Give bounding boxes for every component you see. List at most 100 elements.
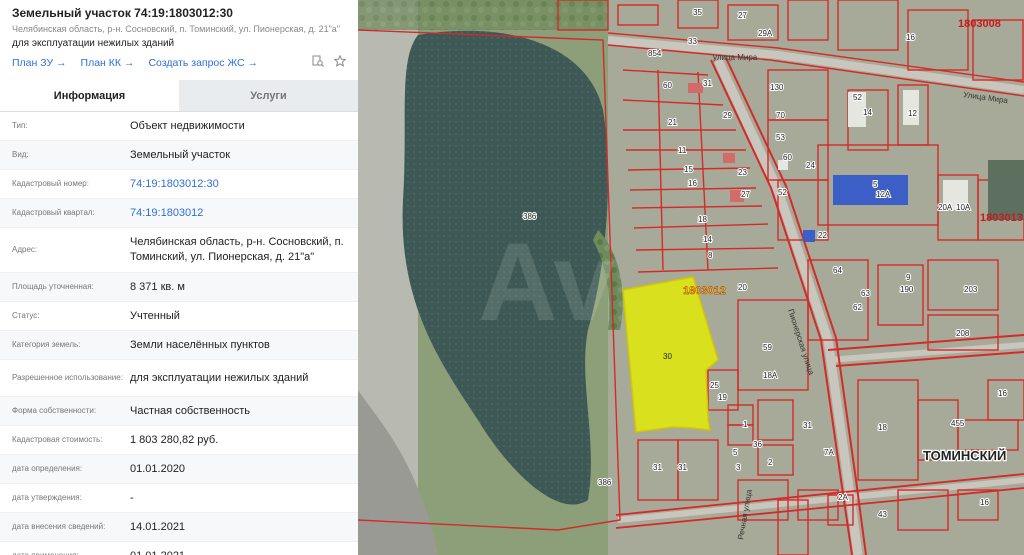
info-row-label: дата внесения сведений: — [12, 522, 106, 531]
parcel-number-label: 130 — [770, 83, 784, 92]
info-row: дата определения: 01.01.2020 — [0, 455, 358, 484]
parcel-number-label: 15 — [684, 165, 693, 174]
cadastral-map[interactable]: 30 1803012 1803008 1803013 улица Мира Ул… — [358, 0, 1024, 555]
parcel-number-label: 10А — [956, 203, 971, 212]
parcel-number-label: 203 — [964, 285, 978, 294]
tree-patch-north — [358, 0, 608, 30]
parcel-number-label: 22 — [818, 231, 827, 240]
info-row-value: Объект недвижимости — [130, 119, 245, 132]
info-row-label: Кадастровая стоимость: — [12, 435, 103, 444]
parcel-usage: для эксплуатации нежилых зданий — [12, 38, 175, 49]
info-row-value: - — [130, 491, 134, 504]
info-row-link[interactable]: 74:19:1803012 — [130, 206, 346, 221]
info-row-value: 14.01.2021 — [130, 520, 186, 533]
parcel-number-label: 21 — [668, 118, 677, 127]
info-row-label: Тип: — [12, 121, 28, 130]
info-row: Адрес: Челябинская область, р-н. Сосновск… — [0, 228, 358, 273]
info-row-value: Челябинская область, р-н. Сосновский, п.… — [130, 236, 344, 263]
info-row-label: Разрешенное использование: — [12, 373, 123, 382]
parcel-number-label: 5 — [733, 448, 738, 457]
parcel-number-label: 33 — [688, 37, 697, 46]
parcel-number-label: 70 — [776, 111, 785, 120]
parcel-number-label: 29А — [758, 29, 773, 38]
parcel-number-label: 12А — [876, 190, 891, 199]
parcel-number-label: 20А — [938, 203, 953, 212]
info-row-link[interactable]: 74:19:1803012:30 — [130, 177, 346, 192]
parcel-number-label: 25 — [710, 381, 719, 390]
watermark: Av — [478, 221, 615, 344]
parcel-number-label: 35 — [693, 8, 702, 17]
parcel-number-label: 63 — [861, 289, 870, 298]
info-row-value: Частная собственность — [130, 404, 251, 417]
tab-information[interactable]: Информация — [0, 80, 179, 111]
info-row: Вид: Земельный участок — [0, 141, 358, 170]
info-row-label: Форма собственности: — [12, 406, 97, 415]
parcel-number-label: 18 — [878, 423, 887, 432]
parcel-number-label: 23 — [738, 168, 747, 177]
parcel-number-label: 208 — [956, 329, 970, 338]
parcel-number-label: 64 — [833, 266, 842, 275]
parcel-number-label: 31 — [803, 421, 812, 430]
parcel-number-label: 19 — [718, 393, 727, 402]
info-row-label: Площадь уточненная: — [12, 282, 94, 291]
action-links: План ЗУ → План КК → Создать запрос ЖС → — [12, 54, 347, 70]
plan-zu-link[interactable]: План ЗУ → — [12, 57, 67, 69]
parcel-number-label: 29 — [723, 111, 732, 120]
info-row: Разрешенное использование: для эксплуатац… — [0, 360, 358, 397]
parcel-number-label: 52 — [778, 188, 787, 197]
info-panel: Земельный участок 74:19:1803012:30 Челяб… — [0, 0, 358, 555]
parcel-number-label: 31 — [703, 79, 712, 88]
parcel-number-label: 854 — [648, 49, 662, 58]
info-row: Тип: Объект недвижимости — [0, 112, 358, 141]
info-row-label: Кадастровый номер: — [12, 179, 89, 188]
parcel-number-label: 16 — [688, 179, 697, 188]
info-row-label: дата применения: — [12, 551, 130, 555]
parcel-number-label: 27 — [738, 11, 747, 20]
info-row-label: Кадастровый квартал: — [12, 208, 95, 217]
parcel-number-label: 31 — [678, 463, 687, 472]
parcel-number-label: 53 — [776, 133, 785, 142]
quarter-label-1803012: 1803012 — [683, 285, 726, 297]
info-row-label: Адрес: — [12, 245, 38, 254]
parcel-number-label: 5 — [873, 180, 878, 189]
parcel-number-label: 12 — [908, 109, 917, 118]
info-row-value: 1 803 280,82 руб. — [130, 433, 219, 446]
info-row: Форма собственности: Частная собственност… — [0, 397, 358, 426]
info-row-value: 01.01.2021 — [130, 549, 346, 555]
search-document-icon[interactable] — [312, 55, 324, 70]
info-row-label: дата определения: — [12, 464, 83, 473]
quarter-label-1803008: 1803008 — [958, 18, 1001, 30]
parcel-number-label: 14 — [703, 235, 712, 244]
info-row: Кадастровая стоимость: 1 803 280,82 руб. — [0, 426, 358, 455]
parcel-number-label: 18 — [698, 215, 707, 224]
parcel-number-label: 60 — [783, 153, 792, 162]
info-row: дата внесения сведений: 14.01.2021 — [0, 513, 358, 542]
parcel-number-label: 16 — [980, 498, 989, 507]
parcel-number-label: 11 — [678, 146, 687, 155]
parcel-number-label: 455 — [951, 419, 965, 428]
tab-services[interactable]: Услуги — [179, 80, 358, 111]
parcel-number-label: 9 — [906, 273, 911, 282]
parcel-number-label: 7А — [824, 448, 834, 457]
parcel-number-label: 14 — [863, 108, 872, 117]
info-row: дата утверждения: - — [0, 484, 358, 513]
parcel-number-label: 20 — [738, 283, 747, 292]
quarter-label-1803013: 1803013 — [980, 212, 1023, 224]
create-request-link[interactable]: Создать запрос ЖС → — [148, 57, 258, 69]
parcel-number-label: 1 — [743, 420, 748, 429]
parcel-number-label: 386 — [598, 478, 612, 487]
info-row-value: Земли населённых пунктов — [130, 338, 270, 351]
parcel-address: Челябинская область, р-н. Сосновский, п.… — [12, 24, 341, 34]
parcel-number-label: 16 — [998, 389, 1007, 398]
info-row-value: 8 371 кв. м — [130, 280, 185, 293]
star-icon[interactable] — [333, 54, 347, 70]
plan-kk-link[interactable]: План КК → — [81, 57, 135, 69]
panel-tabs: Информация Услуги — [0, 80, 358, 112]
info-row: Статус: Учтенный — [0, 302, 358, 331]
parcel-number-label: 27 — [741, 190, 750, 199]
panel-header: Земельный участок 74:19:1803012:30 Челяб… — [0, 0, 358, 70]
parcel-number-label: 3 — [736, 463, 741, 472]
parcel-number-label: 62 — [853, 303, 862, 312]
info-row-label: дата утверждения: — [12, 493, 82, 502]
parcel-number-label: 190 — [900, 285, 914, 294]
